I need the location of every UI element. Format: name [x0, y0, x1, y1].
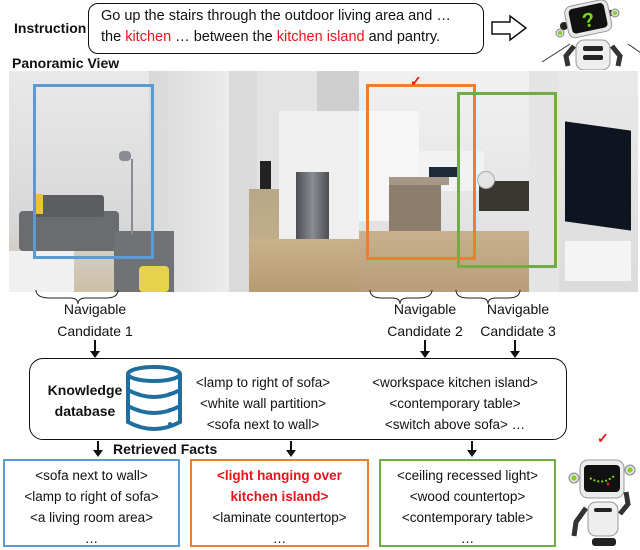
instruction-line-2: the kitchen … between the kitchen island… — [101, 27, 483, 48]
kb-fact: <contemporary table> — [389, 396, 521, 411]
kb-facts-left: <lamp to right of sofa> <white wall part… — [193, 372, 333, 435]
retrieved-fact-highlight: kitchen island> — [230, 489, 329, 504]
candidate-1-line2: Candidate 1 — [57, 323, 133, 339]
kb-fact: <white wall partition> — [199, 396, 327, 411]
retrieved-fact: <wood countertop> — [409, 489, 526, 504]
instr-part: and pantry. — [364, 29, 441, 45]
retrieved-fact-highlight: <light hanging over — [217, 468, 342, 483]
kb-label-line1: Knowledge — [47, 382, 123, 398]
kb-fact: <lamp to right of sofa> — [195, 375, 331, 390]
right-arrow-icon — [491, 14, 528, 42]
retrieved-fact: <ceiling recessed light> — [396, 468, 539, 483]
retrieved-facts-label: Retrieved Facts — [113, 441, 218, 457]
candidate-3-box[interactable] — [457, 92, 557, 268]
kb-fact: <switch above sofa> … — [384, 417, 526, 432]
instr-part: the — [101, 29, 126, 45]
candidate-3-line2: Candidate 3 — [480, 323, 556, 339]
retrieved-fact: … — [272, 531, 287, 546]
retrieved-fact: <contemporary table> — [401, 510, 534, 525]
knowledge-database-label: Knowledge database — [45, 380, 125, 422]
kb-facts-right: <workspace kitchen island> <contemporary… — [355, 372, 555, 435]
instruction-label: Instruction — [14, 20, 87, 36]
retrieved-box-candidate-2: <light hanging over kitchen island> <lam… — [190, 459, 369, 547]
instr-highlight-kitchen-island: kitchen island — [276, 29, 365, 45]
database-icon — [126, 365, 182, 431]
panoramic-image — [9, 71, 638, 292]
instruction-box: Go up the stairs through the outdoor liv… — [88, 3, 484, 54]
candidate-3-label: Navigable Candidate 3 — [463, 298, 573, 342]
retrieved-fact: <sofa next to wall> — [35, 468, 148, 483]
candidate-3-line1: Navigable — [486, 301, 550, 317]
arrow-down-icon — [93, 441, 103, 457]
kb-fact: <sofa next to wall> — [206, 417, 320, 432]
kb-label-line2: database — [54, 403, 116, 419]
instruction-line-1: Go up the stairs through the outdoor liv… — [101, 8, 451, 24]
instr-highlight-kitchen: kitchen — [125, 29, 172, 45]
robot-thinking-icon: ? — [541, 0, 640, 70]
arrow-down-icon — [420, 340, 430, 358]
retrieved-box-candidate-1: <sofa next to wall> <lamp to right of so… — [3, 459, 180, 547]
arrow-down-icon — [286, 441, 296, 457]
retrieved-fact: <laminate countertop> — [212, 510, 347, 525]
retrieved-fact: <lamp to right of sofa> — [24, 489, 159, 504]
selected-check-icon: ✓ — [410, 73, 422, 89]
candidate-1-line1: Navigable — [63, 301, 127, 317]
arrow-down-icon — [510, 340, 520, 358]
candidate-1-label: Navigable Candidate 1 — [40, 298, 150, 342]
arrow-down-icon — [90, 340, 100, 358]
candidate-1-box[interactable] — [33, 84, 154, 259]
retrieved-box-candidate-3: <ceiling recessed light> <wood counterto… — [379, 459, 556, 547]
retrieved-fact: … — [84, 531, 99, 546]
retrieved-fact: … — [460, 531, 475, 546]
retrieved-fact: <a living room area> — [29, 510, 154, 525]
robot-happy-icon — [568, 459, 636, 546]
arrow-down-icon — [467, 441, 477, 457]
answer-check-icon: ✓ — [597, 430, 609, 446]
panoramic-view-label: Panoramic View — [12, 55, 120, 71]
kb-fact: <workspace kitchen island> — [372, 375, 538, 390]
instr-part: … between the — [171, 29, 277, 45]
